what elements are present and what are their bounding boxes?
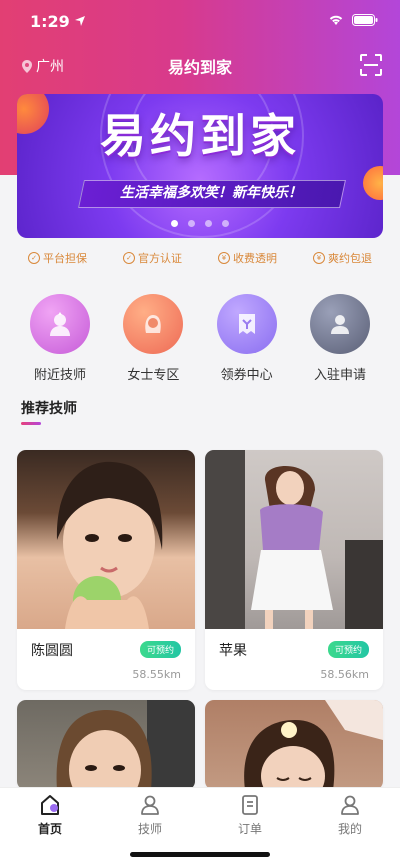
guarantee-platform: ✓ 平台担保 [28, 250, 87, 266]
battery-icon [352, 14, 378, 26]
section-title: 推荐技师 [21, 401, 77, 417]
wifi-icon [329, 15, 343, 25]
category-nearby-technician[interactable]: 附近技师 [22, 294, 98, 383]
guarantee-label: 平台担保 [43, 252, 87, 265]
tab-label: 订单 [237, 822, 262, 836]
shield-icon: ✓ [28, 252, 40, 264]
guarantee-label: 官方认证 [138, 252, 182, 265]
coin-icon: ¥ [218, 252, 230, 264]
tab-home[interactable]: 首页 [0, 788, 100, 867]
banner-orb [363, 166, 383, 200]
category-apply[interactable]: 入驻申请 [302, 294, 378, 383]
category-label: 女士专区 [127, 368, 180, 383]
banner-pagination [17, 220, 383, 227]
guarantee-bar: ✓ 平台担保 ✓ 官方认证 ¥ 收费透明 ¥ 爽约包退 [28, 250, 372, 266]
technician-card[interactable] [17, 700, 195, 790]
category-label: 入驻申请 [313, 368, 366, 383]
nav-bar: 广州 易约到家 [0, 48, 400, 84]
technician-distance: 58.56km [320, 668, 369, 681]
guarantee-label: 爽约包退 [328, 252, 372, 265]
refund-icon: ¥ [313, 252, 325, 264]
technician-photo [205, 700, 383, 790]
status-bar: 1:29 [0, 0, 400, 44]
banner-dot[interactable] [171, 220, 178, 227]
tab-label: 首页 [37, 822, 62, 836]
coupon-icon [216, 294, 277, 354]
tab-profile[interactable]: 我的 [300, 788, 400, 867]
guarantee-transparent: ¥ 收费透明 [218, 250, 277, 266]
promo-banner[interactable]: 易约到家 生活幸福多欢笑！新年快乐！ [17, 94, 383, 238]
technician-card[interactable]: 陈圆圆 可预约 58.55km [17, 450, 195, 690]
profile-icon [341, 795, 359, 815]
banner-title: 易约到家 [100, 109, 300, 163]
tab-label: 我的 [337, 822, 362, 836]
nearby-technician-icon [30, 294, 90, 354]
tab-label: 技师 [137, 822, 162, 836]
home-indicator [130, 852, 270, 857]
category-coupon-center[interactable]: 领券中心 [209, 294, 285, 383]
banner-subtitle: 生活幸福多欢笑！新年快乐！ [120, 185, 302, 201]
category-ladies-zone[interactable]: 女士专区 [115, 294, 191, 383]
section-underline [21, 422, 41, 425]
status-time: 1:29 [30, 12, 70, 31]
banner-dot[interactable] [188, 220, 195, 227]
technician-card[interactable]: 苹果 可预约 58.56km [205, 450, 383, 690]
check-circle-icon: ✓ [123, 252, 135, 264]
ladies-zone-icon [123, 294, 184, 354]
category-label: 附近技师 [33, 368, 86, 383]
technician-name: 苹果 [219, 643, 247, 659]
technician-distance: 58.55km [132, 668, 181, 681]
home-icon [41, 795, 59, 815]
page-title: 易约到家 [167, 58, 232, 77]
technician-photo [205, 450, 383, 629]
technician-icon [141, 795, 159, 815]
category-grid: 附近技师 女士专区 领券中心 入驻申请 [22, 294, 378, 383]
available-badge: 可预约 [327, 641, 369, 658]
technician-name: 陈圆圆 [31, 643, 73, 659]
scan-icon[interactable] [360, 54, 382, 76]
order-icon [242, 795, 258, 815]
technician-photo [17, 700, 195, 790]
guarantee-refund: ¥ 爽约包退 [313, 250, 372, 266]
banner-dot[interactable] [205, 220, 212, 227]
guarantee-label: 收费透明 [233, 252, 277, 265]
technician-card[interactable] [205, 700, 383, 790]
guarantee-certified: ✓ 官方认证 [123, 250, 182, 266]
banner-dot[interactable] [222, 220, 229, 227]
category-label: 领券中心 [220, 368, 273, 383]
status-icons [328, 14, 378, 26]
technician-photo [17, 450, 195, 629]
location-arrow-icon [75, 16, 85, 26]
apply-icon [309, 294, 370, 354]
available-badge: 可预约 [139, 641, 181, 658]
